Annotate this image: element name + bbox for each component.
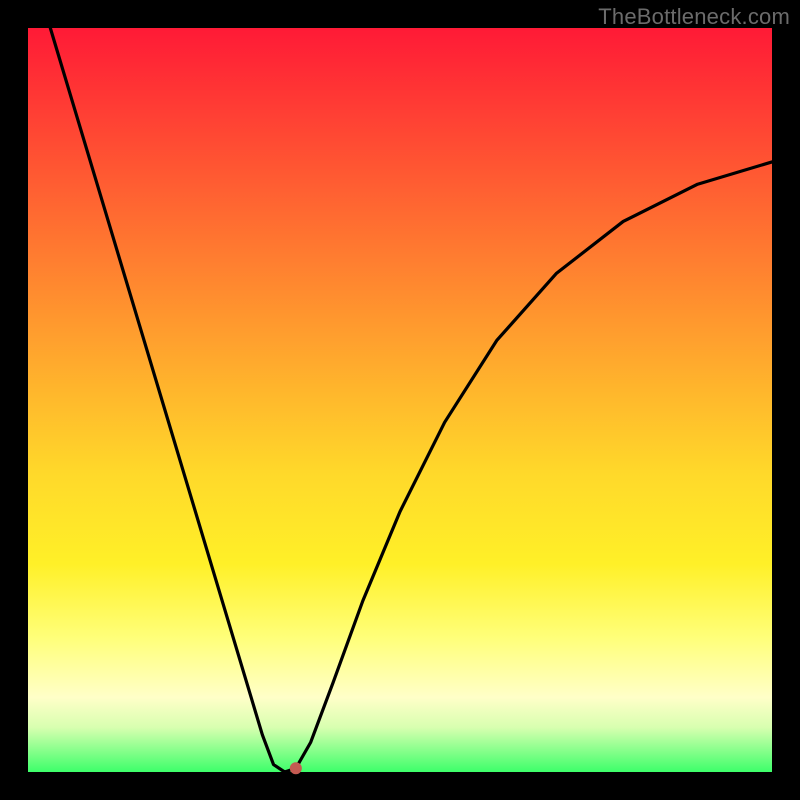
chart-frame: TheBottleneck.com xyxy=(0,0,800,800)
plot-area xyxy=(28,28,772,772)
curve-layer xyxy=(28,28,772,772)
bottleneck-curve xyxy=(50,28,772,772)
optimal-point-marker xyxy=(290,762,302,774)
watermark-text: TheBottleneck.com xyxy=(598,4,790,30)
